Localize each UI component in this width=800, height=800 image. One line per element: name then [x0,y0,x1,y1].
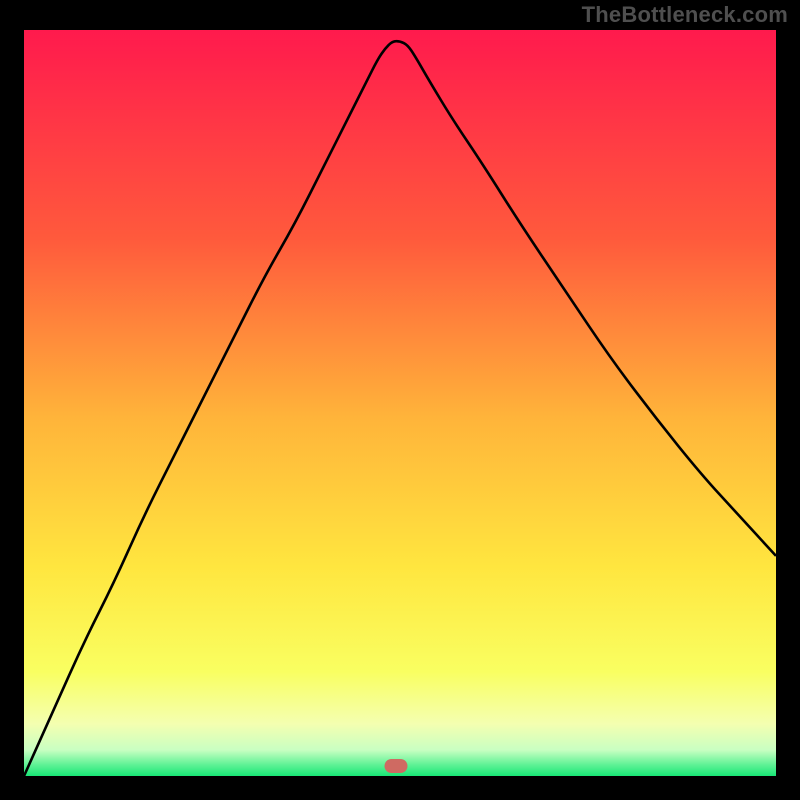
gradient-background [24,30,776,776]
chart-frame: TheBottleneck.com [0,0,800,800]
plot-area [24,30,776,776]
attribution-text: TheBottleneck.com [582,2,788,28]
plot-svg [24,30,776,776]
optimal-point-marker [385,759,408,773]
